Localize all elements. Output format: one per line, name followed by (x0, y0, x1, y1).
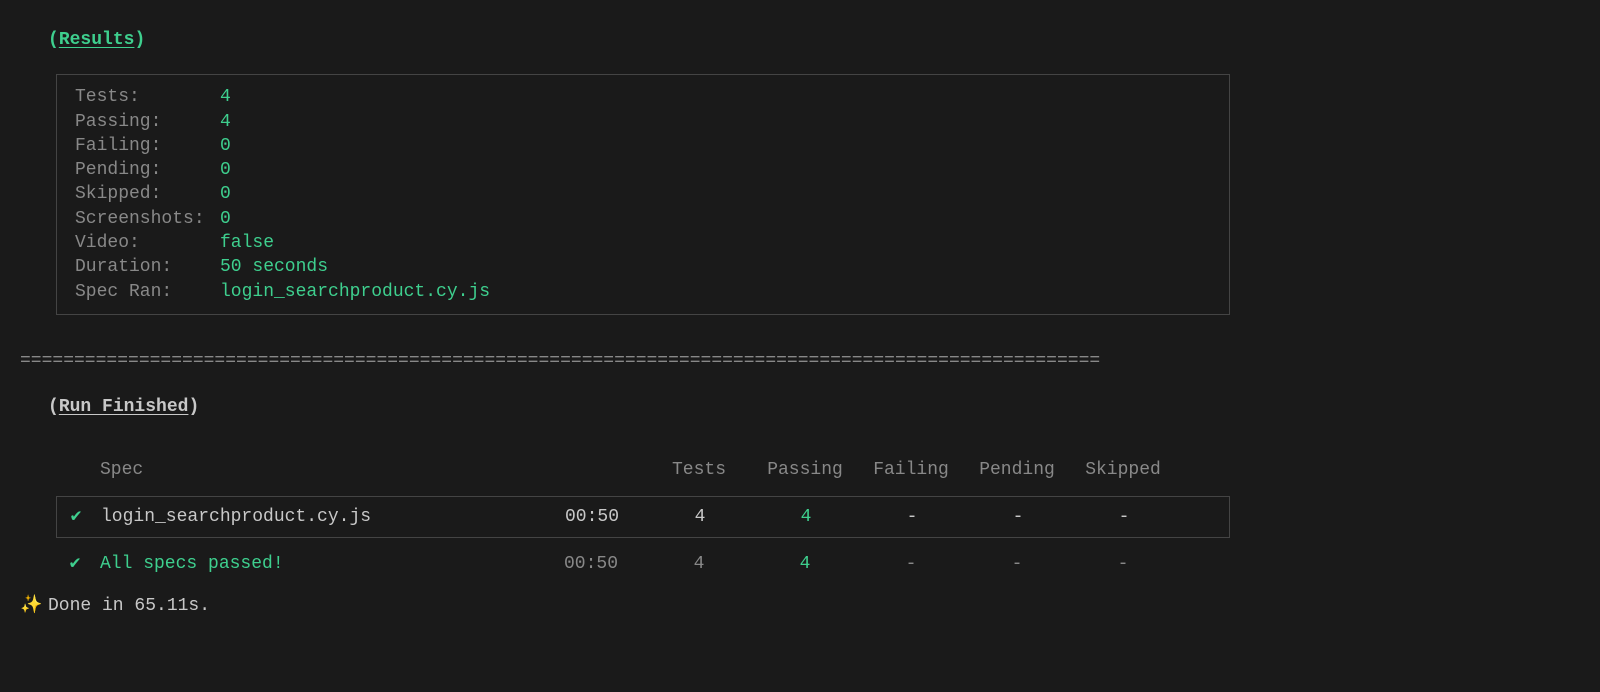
open-paren: ( (48, 397, 59, 417)
header-skipped: Skipped (1070, 458, 1176, 482)
table-header-row: Spec Tests Passing Failing Pending Skipp… (56, 448, 1230, 496)
stat-tests: Tests:4 (75, 85, 1211, 109)
results-header: (Results) (48, 28, 1580, 52)
stat-screenshots: Screenshots:0 (75, 207, 1211, 231)
section-divider: ========================================… (20, 349, 1580, 373)
sparkle-icon: ✨ (20, 594, 48, 618)
spec-row: ✔ login_searchproduct.cy.js 00:50 4 4 - … (56, 496, 1230, 538)
spec-name: login_searchproduct.cy.js (95, 505, 537, 529)
stat-video: Video:false (75, 231, 1211, 255)
spec-time: 00:50 (537, 505, 647, 529)
done-line: ✨Done in 65.11s. (20, 594, 1580, 618)
close-paren: ) (188, 397, 199, 417)
header-failing: Failing (858, 458, 964, 482)
spec-skipped: - (1071, 505, 1177, 529)
total-time: 00:50 (536, 552, 646, 576)
header-tests: Tests (646, 458, 752, 482)
run-finished-title: Run Finished (59, 397, 189, 417)
check-icon: ✔ (56, 552, 94, 576)
results-title: Results (59, 30, 135, 50)
spec-failing: - (859, 505, 965, 529)
spec-tests: 4 (647, 505, 753, 529)
close-paren: ) (134, 30, 145, 50)
summary-table: Spec Tests Passing Failing Pending Skipp… (56, 448, 1230, 585)
run-finished-header: (Run Finished) (48, 395, 1580, 419)
header-spec: Spec (94, 458, 536, 482)
stat-spec-ran: Spec Ran:login_searchproduct.cy.js (75, 280, 1211, 304)
header-passing: Passing (752, 458, 858, 482)
stat-skipped: Skipped:0 (75, 182, 1211, 206)
stat-failing: Failing:0 (75, 134, 1211, 158)
check-icon: ✔ (57, 505, 95, 529)
stat-passing: Passing:4 (75, 110, 1211, 134)
total-skipped: - (1070, 552, 1176, 576)
total-failing: - (858, 552, 964, 576)
total-pending: - (964, 552, 1070, 576)
stat-pending: Pending:0 (75, 158, 1211, 182)
spec-passing: 4 (753, 505, 859, 529)
spec-pending: - (965, 505, 1071, 529)
total-passing: 4 (752, 552, 858, 576)
total-tests: 4 (646, 552, 752, 576)
results-stats-box: Tests:4 Passing:4 Failing:0 Pending:0 Sk… (56, 74, 1230, 315)
total-label: All specs passed! (94, 552, 536, 576)
stat-duration: Duration:50 seconds (75, 255, 1211, 279)
open-paren: ( (48, 30, 59, 50)
total-row: ✔ All specs passed! 00:50 4 4 - - - (56, 538, 1230, 584)
header-pending: Pending (964, 458, 1070, 482)
done-text: Done in 65.11s. (48, 596, 210, 616)
